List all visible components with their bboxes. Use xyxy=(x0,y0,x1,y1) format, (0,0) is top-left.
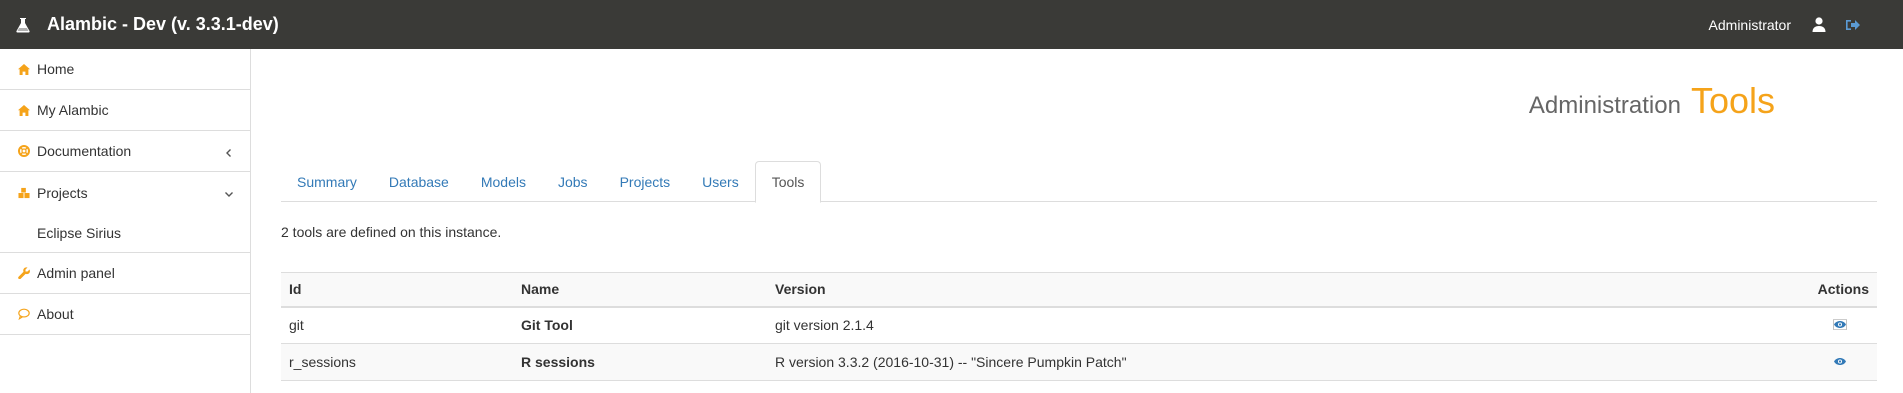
sidebar-item-label: Projects xyxy=(37,184,88,201)
sidebar-item-label: Admin panel xyxy=(37,265,115,281)
tab-users[interactable]: Users xyxy=(686,161,755,202)
sidebar-item-label: My Alambic xyxy=(37,102,109,118)
user-icon[interactable] xyxy=(1811,17,1827,33)
tab-summary[interactable]: Summary xyxy=(281,161,373,202)
app-title: Alambic - Dev (v. 3.3.1-dev) xyxy=(47,14,279,34)
column-header-actions: Actions xyxy=(1807,272,1877,308)
user-area: Administrator xyxy=(1709,0,1875,49)
sidebar-item-label: Eclipse Sirius xyxy=(37,224,122,241)
user-name[interactable]: Administrator xyxy=(1709,17,1791,33)
top-navbar: Alambic - Dev (v. 3.3.1-dev) Administrat… xyxy=(0,0,1903,49)
tab-projects[interactable]: Projects xyxy=(604,161,687,202)
cell-id: r_sessions xyxy=(281,343,513,381)
home-icon xyxy=(18,63,30,75)
tools-summary-text: 2 tools are defined on this instance. xyxy=(281,224,502,240)
flask-icon xyxy=(16,17,30,33)
table-row: r_sessions R sessions R version 3.3.2 (2… xyxy=(281,343,1877,381)
cell-id: git xyxy=(281,306,513,344)
cell-actions xyxy=(1807,306,1877,344)
eye-icon[interactable] xyxy=(1833,317,1847,331)
cell-version: R version 3.3.2 (2016-10-31) -- "Sincere… xyxy=(767,343,1807,381)
sidebar-subitem-eclipse-sirius[interactable]: Eclipse Sirius xyxy=(0,213,250,253)
tab-jobs[interactable]: Jobs xyxy=(542,161,604,202)
tools-table: Id Name Version Actions git Git Tool git… xyxy=(281,272,1877,381)
sidebar-item-about[interactable]: About xyxy=(0,294,250,335)
tab-tools[interactable]: Tools xyxy=(754,161,822,203)
column-header-name: Name xyxy=(513,272,767,308)
chevron-left-icon xyxy=(224,145,234,157)
column-header-version: Version xyxy=(767,272,1807,308)
cell-name: R sessions xyxy=(513,343,767,381)
column-header-id: Id xyxy=(281,272,513,308)
cell-actions xyxy=(1807,343,1877,381)
table-header-row: Id Name Version Actions xyxy=(281,272,1877,308)
tab-database[interactable]: Database xyxy=(373,161,465,202)
sidebar-item-home[interactable]: Home xyxy=(0,49,250,90)
sidebar-item-label: Documentation xyxy=(37,143,132,159)
logout-icon[interactable] xyxy=(1845,17,1861,33)
sidebar-item-label: Home xyxy=(37,61,75,77)
page-title-main: Tools xyxy=(1690,80,1775,121)
cell-name: Git Tool xyxy=(513,306,767,344)
home-icon xyxy=(18,104,30,116)
wrench-icon xyxy=(18,267,30,279)
sidebar-item-admin-panel[interactable]: Admin panel xyxy=(0,253,250,294)
sidebar: Home My Alambic Documentation Projects E… xyxy=(0,49,251,393)
page-title-prefix: Administration xyxy=(1528,92,1681,119)
sidebar-item-my-alambic[interactable]: My Alambic xyxy=(0,90,250,131)
table-row: git Git Tool git version 2.1.4 xyxy=(281,306,1877,344)
eye-icon[interactable] xyxy=(1833,354,1847,365)
cubes-icon xyxy=(18,187,30,199)
sidebar-item-projects[interactable]: Projects xyxy=(0,172,250,213)
tab-models[interactable]: Models xyxy=(465,161,542,202)
sidebar-item-documentation[interactable]: Documentation xyxy=(0,131,250,172)
brand[interactable]: Alambic - Dev (v. 3.3.1-dev) xyxy=(0,0,279,49)
sidebar-item-label: About xyxy=(37,306,74,322)
admin-tabs: Summary Database Models Jobs Projects Us… xyxy=(281,161,1877,203)
comment-icon xyxy=(18,308,30,320)
lifebuoy-icon xyxy=(18,145,30,157)
page-title: Administration Tools xyxy=(1529,80,1775,122)
cell-version: git version 2.1.4 xyxy=(767,306,1807,344)
chevron-down-icon xyxy=(224,186,234,197)
